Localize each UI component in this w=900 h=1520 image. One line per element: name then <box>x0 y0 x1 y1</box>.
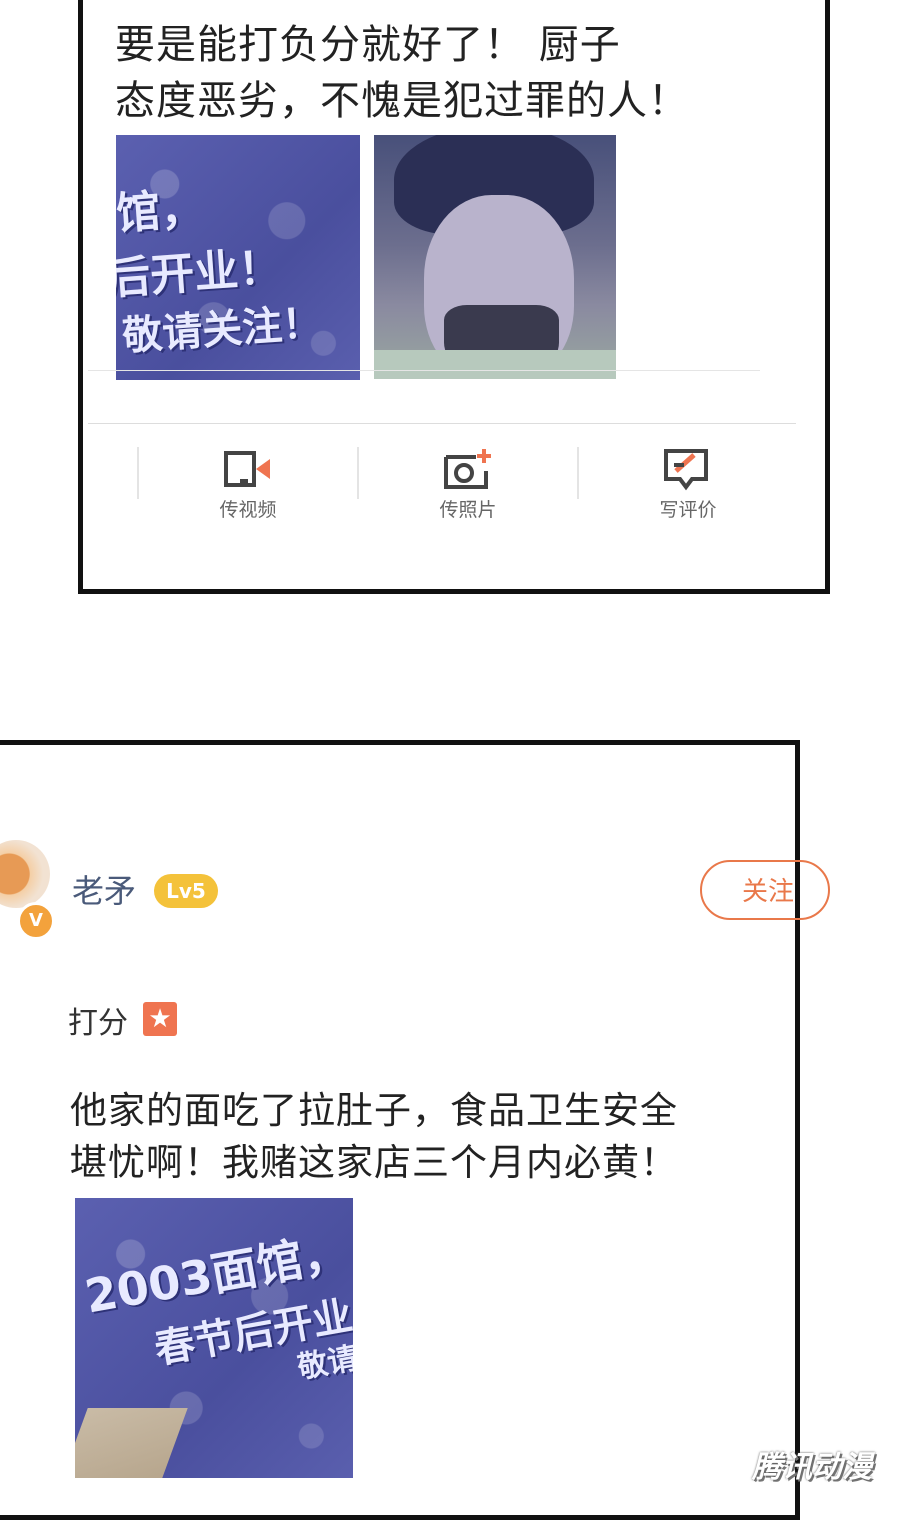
review-text: 要是能打负分就好了！ 厨子 态度恶劣，不愧是犯过罪的人！ <box>115 22 689 124</box>
review-panel-top: 要是能打负分就好了！ 厨子 态度恶劣，不愧是犯过罪的人！ 馆， 后开业！ 敬请关… <box>78 0 830 594</box>
review-text: 他家的面吃了拉肚子，食品卫生安全 堪忧啊！我赌这家店三个月内必黄！ <box>70 1089 678 1184</box>
score-label: 打分 <box>68 1006 128 1041</box>
divider <box>88 370 760 371</box>
verified-badge: V <box>17 902 55 940</box>
follow-button[interactable]: 关注 <box>700 860 830 920</box>
video-upload-icon <box>224 451 270 487</box>
write-review-icon <box>664 449 708 491</box>
poster-text-line: 馆， <box>116 182 206 240</box>
watermark: 腾讯动漫 <box>752 1450 872 1485</box>
chef-shirt <box>374 350 616 379</box>
poster-text-line: 敬请 <box>295 1341 353 1386</box>
photo-upload-icon <box>444 449 491 489</box>
username[interactable]: 老矛 <box>72 866 136 912</box>
divider <box>88 423 796 424</box>
review-photo-chef[interactable] <box>374 135 616 379</box>
star-icon: ★ <box>143 1002 177 1036</box>
level-badge: Lv5 <box>154 874 218 908</box>
review-panel-bottom: 他家的面吃了拉肚子，食品卫生安全 堪忧啊！我赌这家店三个月内必黄！ 2003面馆… <box>0 740 800 1520</box>
write-review-label: 写评价 <box>659 499 717 521</box>
upload-photo-label: 传照片 <box>439 499 497 521</box>
upload-photo-button[interactable]: 传照片 <box>393 447 543 522</box>
separator <box>357 447 359 499</box>
separator <box>577 447 579 499</box>
floor-area <box>75 1408 188 1478</box>
review-photo-poster[interactable]: 馆， 后开业！ 敬请关注！ <box>116 135 360 380</box>
poster-text-line: 敬请关注！ <box>120 300 324 360</box>
upload-video-label: 传视频 <box>219 499 277 521</box>
write-review-button[interactable]: 写评价 <box>613 447 763 522</box>
separator <box>137 447 139 499</box>
upload-video-button[interactable]: 传视频 <box>173 447 323 522</box>
review-photo-poster[interactable]: 2003面馆， 春节后开业 敬请 <box>75 1198 353 1478</box>
